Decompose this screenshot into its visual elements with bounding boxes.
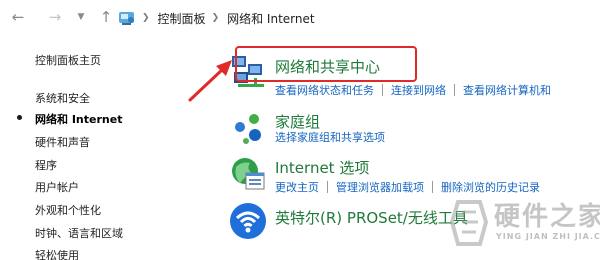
sidebar-item-system-security[interactable]: 系统和安全 bbox=[35, 90, 90, 106]
intel-proset-wireless-icon[interactable] bbox=[228, 201, 268, 241]
sidebar-item-programs[interactable]: 程序 bbox=[35, 157, 57, 173]
link-connect-to-network[interactable]: 连接到网络 bbox=[391, 82, 446, 98]
category-title-internet-options[interactable]: Internet 选项 bbox=[275, 157, 369, 178]
category-links: 查看网络状态和任务 连接到网络 查看网络计算机和 bbox=[275, 82, 551, 98]
link-divider bbox=[382, 84, 383, 96]
forward-arrow-icon[interactable]: → bbox=[44, 6, 66, 28]
sidebar-item-user-accounts[interactable]: 用户帐户 bbox=[35, 179, 79, 195]
breadcrumb-network-internet[interactable]: 网络和 Internet bbox=[227, 10, 314, 27]
recent-locations-chevron-icon[interactable]: ▼ bbox=[70, 6, 92, 28]
link-divider bbox=[432, 181, 433, 193]
link-homegroup-sharing-options[interactable]: 选择家庭组和共享选项 bbox=[275, 129, 385, 145]
back-arrow-icon[interactable]: ← bbox=[7, 6, 29, 28]
internet-options-icon[interactable] bbox=[228, 153, 268, 193]
sidebar-item-network-internet[interactable]: 网络和 Internet bbox=[35, 111, 122, 127]
link-manage-browser-addons[interactable]: 管理浏览器加载项 bbox=[336, 179, 424, 195]
link-view-network-status[interactable]: 查看网络状态和任务 bbox=[275, 82, 374, 98]
up-arrow-icon[interactable]: ↑ bbox=[95, 6, 117, 28]
breadcrumb: ❯ 控制面板 ❯ 网络和 Internet bbox=[118, 7, 315, 29]
watermark-subtext: YING JIAN ZHI JIA.COM bbox=[496, 232, 600, 241]
sidebar-item-ease-of-access[interactable]: 轻松使用 bbox=[35, 247, 79, 260]
link-view-network-computers[interactable]: 查看网络计算机和 bbox=[463, 82, 551, 98]
control-panel-window: ← → ▼ ↑ ❯ 控制面板 ❯ 网络和 Internet 控制面板主页 系统和… bbox=[0, 0, 600, 260]
navigation-bar: ← → ▼ ↑ ❯ 控制面板 ❯ 网络和 Internet bbox=[0, 0, 600, 34]
category-title-intel-proset-wireless[interactable]: 英特尔(R) PROSet/无线工具 bbox=[275, 207, 468, 228]
sidebar-item-appearance[interactable]: 外观和个性化 bbox=[35, 202, 101, 218]
homegroup-icon[interactable] bbox=[228, 107, 268, 147]
link-divider bbox=[454, 84, 455, 96]
red-pointer-arrow-icon bbox=[188, 60, 232, 102]
control-panel-icon bbox=[119, 12, 134, 25]
current-item-bullet-icon bbox=[17, 115, 22, 120]
breadcrumb-separator-icon[interactable]: ❯ bbox=[142, 13, 150, 23]
sidebar-item-clock-language-region[interactable]: 时钟、语言和区域 bbox=[35, 225, 123, 241]
sidebar-item-control-panel-home[interactable]: 控制面板主页 bbox=[35, 52, 101, 68]
red-highlight-box bbox=[235, 46, 417, 82]
watermark-text: 硬件之家 bbox=[494, 202, 600, 232]
link-change-homepage[interactable]: 更改主页 bbox=[275, 179, 319, 195]
breadcrumb-separator-icon[interactable]: ❯ bbox=[212, 13, 220, 23]
link-divider bbox=[327, 181, 328, 193]
sidebar-item-hardware-sound[interactable]: 硬件和声音 bbox=[35, 134, 90, 150]
category-links: 选择家庭组和共享选项 bbox=[275, 129, 385, 145]
breadcrumb-control-panel[interactable]: 控制面板 bbox=[158, 10, 206, 27]
